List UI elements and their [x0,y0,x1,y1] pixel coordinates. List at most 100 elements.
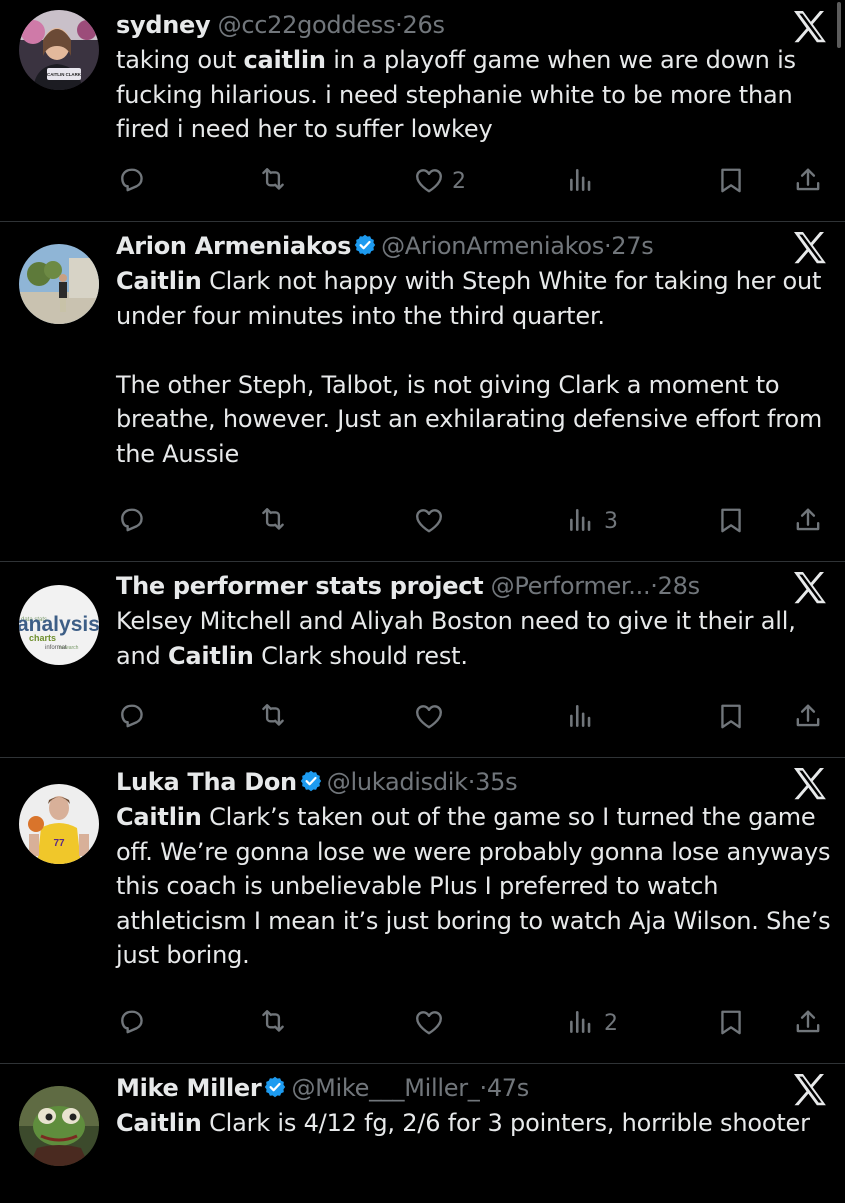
display-name[interactable]: The performer stats project [116,572,484,600]
bookmark-button[interactable] [716,1003,746,1043]
views-chart-icon [566,506,596,536]
username-handle[interactable]: @lukadisdik [327,768,468,796]
retweet-button[interactable] [258,161,288,201]
text-segment: The other Steph, Talbot, is not giving C… [116,370,823,468]
avatar[interactable]: CAITLIN CLARK [19,10,99,90]
bookmark-icon [716,166,746,196]
tweet-paragraph: The other Steph, Talbot, is not giving C… [116,368,831,472]
avatar[interactable]: data stats research analysis charts info… [19,585,99,665]
highlighted-keyword: Caitlin [116,1109,202,1137]
retweet-button[interactable] [258,501,288,541]
username-handle[interactable]: @Mike___Miller_ [291,1074,479,1102]
verified-badge-icon [263,1075,287,1106]
avatar[interactable] [19,244,99,324]
tweet-text: taking out caitlin in a playoff game whe… [116,43,831,147]
timestamp[interactable]: 35s [475,768,517,796]
display-name[interactable]: Arion Armeniakos [116,232,351,260]
bookmark-button[interactable] [716,161,746,201]
heart-icon [414,702,444,732]
tweet-paragraph: taking out caitlin in a playoff game whe… [116,43,831,147]
bookmark-button[interactable] [716,501,746,541]
jersey-number: 77 [53,838,65,849]
tweet-actions: 3 [0,501,845,541]
tweet-text: Caitlin Clark is 4/12 fg, 2/6 for 3 poin… [116,1106,831,1141]
views-button[interactable]: 2 [566,1003,618,1043]
highlighted-keyword: Caitlin [116,267,202,295]
tweet[interactable]: 77 Luka Tha Don @lukadisdik·35s Caitlin Cl… [0,757,845,1064]
share-icon [793,166,823,196]
timestamp[interactable]: 28s [658,572,700,600]
timestamp[interactable]: 27s [611,232,653,260]
tweet-header: Arion Armeniakos @ArionArmeniakos·27s [116,231,785,264]
share-button[interactable] [793,697,823,737]
views-button[interactable] [566,697,596,737]
text-segment: Clark not happy with Steph White for tak… [116,267,822,330]
like-button[interactable] [414,697,444,737]
views-button[interactable]: 3 [566,501,618,541]
reply-button[interactable] [118,501,148,541]
avatar[interactable] [19,1086,99,1166]
heart-icon [414,166,444,196]
share-icon [793,1008,823,1038]
x-logo-icon[interactable] [789,567,829,607]
display-name[interactable]: sydney [116,11,211,39]
retweet-button[interactable] [258,697,288,737]
tweet[interactable]: data stats research analysis charts info… [0,561,845,758]
separator-dot: · [650,572,658,600]
like-button[interactable] [414,501,444,541]
tweet[interactable]: Arion Armeniakos @ArionArmeniakos·27s Cait… [0,221,845,562]
views-button[interactable] [566,161,596,201]
reply-icon [118,506,148,536]
reply-button[interactable] [118,1003,148,1043]
x-logo-icon[interactable] [789,227,829,267]
avatar-caption: CAITLIN CLARK [47,72,82,77]
tweet-paragraph: Caitlin Clark is 4/12 fg, 2/6 for 3 poin… [116,1106,831,1141]
like-count: 2 [452,168,466,194]
heart-icon [414,506,444,536]
views-chart-icon [566,702,596,732]
text-segment: Clark should rest. [253,641,468,670]
retweet-icon [258,506,288,536]
retweet-icon [258,166,288,196]
tweet-text: Kelsey Mitchell and Aliyah Boston need t… [116,604,831,673]
avatar[interactable]: 77 [19,784,99,864]
share-icon [793,702,823,732]
separator-dot: · [395,11,403,39]
tweet-text: Caitlin Clark’s taken out of the game so… [116,800,831,973]
timestamp[interactable]: 47s [487,1074,529,1102]
view-count: 2 [604,1010,618,1036]
tweet-actions [0,697,845,737]
view-count: 3 [604,508,618,534]
tweet-paragraph: Kelsey Mitchell and Aliyah Boston need t… [116,604,831,673]
share-button[interactable] [793,501,823,541]
highlighted-keyword: Caitlin [116,803,202,831]
tweet-actions: 2 [0,1003,845,1043]
tweet-actions: 2 [0,161,845,201]
username-handle[interactable]: @ArionArmeniakos [381,232,604,260]
display-name[interactable]: Luka Tha Don [116,768,297,796]
display-name[interactable]: Mike Miller [116,1074,262,1102]
bookmark-button[interactable] [716,697,746,737]
username-handle[interactable]: @Performer... [491,572,651,600]
reply-icon [118,166,148,196]
separator-dot: · [479,1074,487,1102]
x-logo-icon[interactable] [789,1069,829,1109]
reply-button[interactable] [118,161,148,201]
retweet-button[interactable] [258,1003,288,1043]
x-logo-icon[interactable] [789,6,829,46]
tweet-paragraph: Caitlin Clark’s taken out of the game so… [116,800,831,973]
bookmark-icon [716,702,746,732]
tweet[interactable]: CAITLIN CLARK sydney @cc22goddess·26s tak… [0,0,845,222]
x-logo-icon[interactable] [789,763,829,803]
like-button[interactable] [414,1003,444,1043]
like-button[interactable]: 2 [414,161,466,201]
share-button[interactable] [793,161,823,201]
username-handle[interactable]: @cc22goddess [218,11,396,39]
tweet-header: sydney @cc22goddess·26s [116,10,785,40]
share-button[interactable] [793,1003,823,1043]
reply-icon [118,1008,148,1038]
reply-button[interactable] [118,697,148,737]
tweet[interactable]: Mike Miller @Mike___Miller_·47s Caitlin Cl… [0,1063,845,1203]
verified-badge-icon [299,769,323,800]
timestamp[interactable]: 26s [403,11,445,39]
